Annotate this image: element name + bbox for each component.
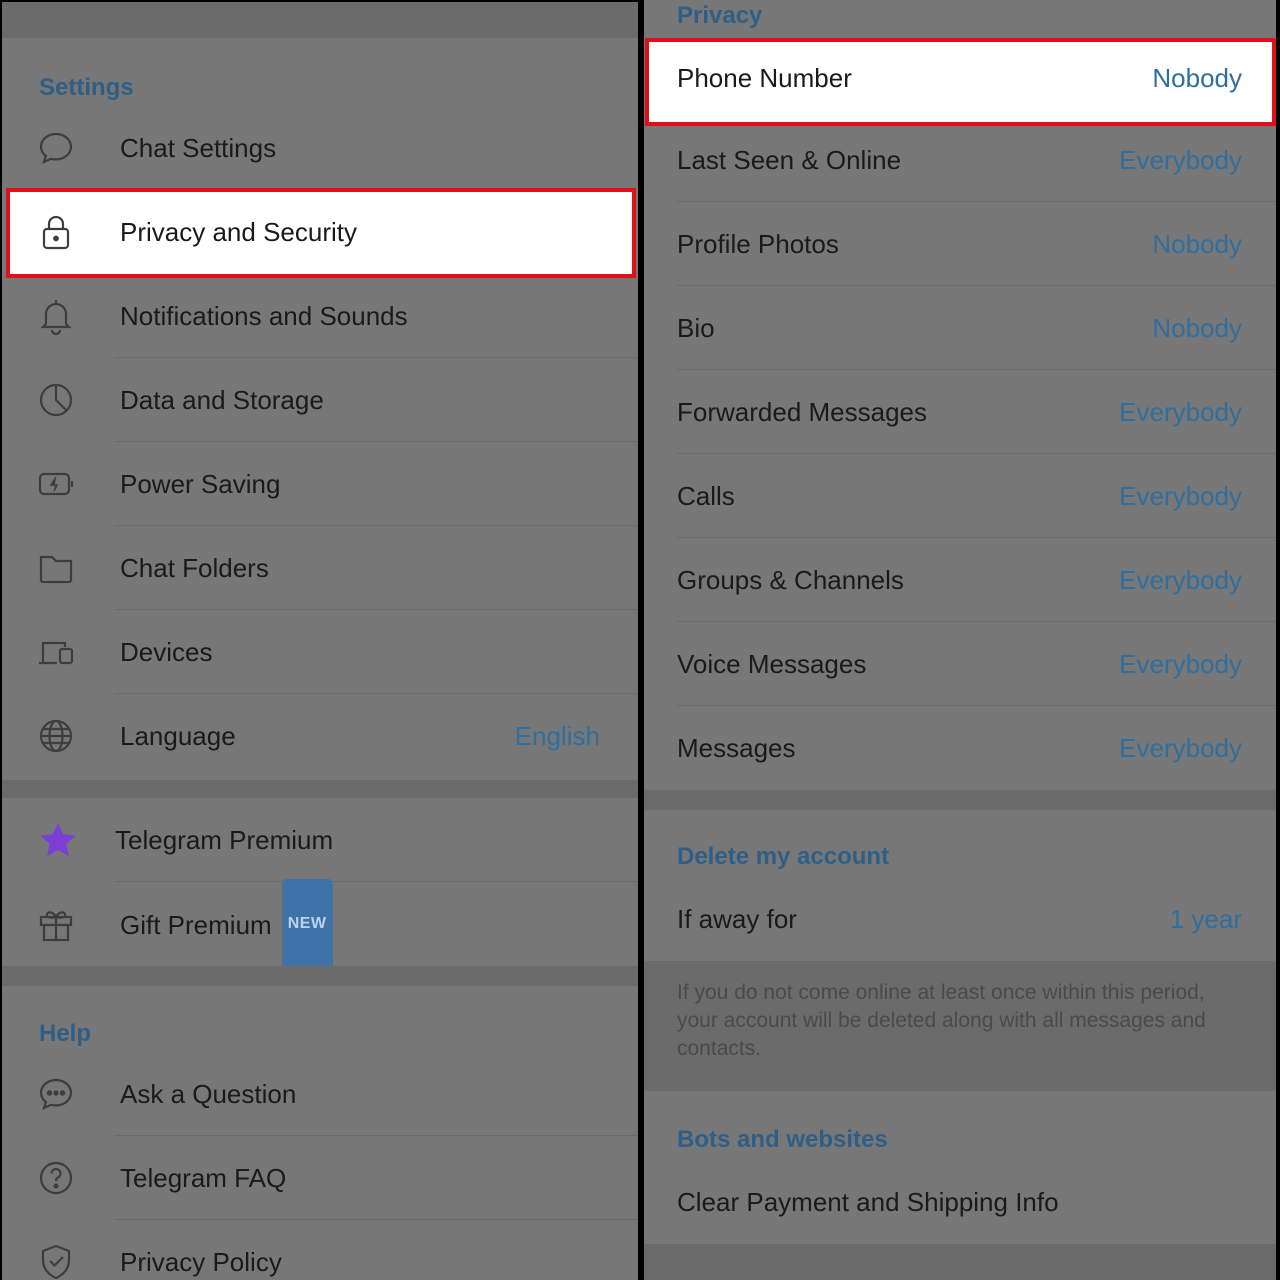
settings-item-notifications[interactable]: Notifications and Sounds	[2, 274, 638, 358]
item-label: Gift Premium NEW	[120, 879, 333, 972]
privacy-item-last-seen[interactable]: Last Seen & Online Everybody	[644, 118, 1276, 202]
item-label: Clear Payment and Shipping Info	[677, 1187, 1059, 1217]
help-section-header: Help	[39, 1020, 92, 1047]
privacy-item-calls[interactable]: Calls Everybody	[644, 454, 1276, 538]
gift-premium-label: Gift Premium	[120, 909, 272, 940]
privacy-item-profile-photos[interactable]: Profile Photos Nobody	[644, 202, 1276, 286]
settings-item-telegram-premium[interactable]: Telegram Premium	[2, 798, 638, 882]
settings-item-devices[interactable]: Devices	[2, 610, 638, 694]
item-label: Privacy Policy	[120, 1247, 282, 1277]
settings-item-data-and-storage[interactable]: Data and Storage	[2, 358, 638, 442]
language-value: English	[514, 721, 600, 751]
item-label: Chat Folders	[120, 553, 269, 583]
privacy-security-panel: Privacy Phone Number Nobody Last Seen & …	[644, 0, 1278, 1280]
privacy-item-phone-number[interactable]: Phone Number Nobody	[646, 40, 1272, 124]
settings-section-header: Settings	[39, 74, 134, 101]
item-label: Groups & Channels	[677, 565, 904, 595]
item-value: Everybody	[1119, 649, 1242, 679]
item-label: Forwarded Messages	[677, 397, 927, 427]
section-gap	[644, 790, 1276, 810]
item-value: Nobody	[1152, 313, 1242, 343]
bell-icon	[36, 296, 76, 336]
item-label: Telegram FAQ	[120, 1163, 287, 1193]
item-label: Profile Photos	[677, 229, 839, 259]
privacy-item-voice-messages[interactable]: Voice Messages Everybody	[644, 622, 1276, 706]
new-badge: NEW	[281, 879, 333, 969]
gift-icon	[36, 904, 76, 944]
settings-item-chat-settings[interactable]: Chat Settings	[2, 106, 638, 190]
lock-icon	[36, 212, 76, 252]
section-gap	[2, 2, 638, 38]
delete-account-info-text: If you do not come online at least once …	[677, 981, 1206, 1060]
item-value: Everybody	[1119, 397, 1242, 427]
item-label: Phone Number	[677, 63, 852, 93]
privacy-item-bio[interactable]: Bio Nobody	[644, 286, 1276, 370]
item-label: Last Seen & Online	[677, 145, 902, 175]
privacy-item-forwarded-messages[interactable]: Forwarded Messages Everybody	[644, 370, 1276, 454]
item-label: Voice Messages	[677, 649, 867, 679]
item-value: Everybody	[1119, 481, 1242, 511]
battery-icon	[36, 464, 76, 504]
help-item-telegram-faq[interactable]: Telegram FAQ	[2, 1136, 638, 1220]
privacy-item-messages[interactable]: Messages Everybody	[644, 706, 1276, 790]
section-gap	[2, 966, 638, 986]
item-label: Notifications and Sounds	[120, 301, 408, 331]
item-value: Nobody	[1152, 63, 1242, 93]
shield-check-icon	[36, 1242, 76, 1280]
item-label: Telegram Premium	[115, 825, 334, 855]
settings-item-language[interactable]: Language English	[2, 694, 638, 778]
chat-dots-icon	[36, 1074, 76, 1114]
help-item-privacy-policy[interactable]: Privacy Policy	[2, 1220, 638, 1280]
privacy-section-header: Privacy	[677, 2, 763, 29]
settings-panel: Settings Chat Settings Privacy and Secur…	[0, 0, 638, 1280]
chat-bubble-icon	[36, 128, 76, 168]
item-label: Ask a Question	[120, 1079, 297, 1109]
pie-chart-icon	[36, 380, 76, 420]
item-value: 1 year	[1169, 904, 1242, 934]
item-label: Devices	[120, 637, 213, 667]
item-label: Messages	[677, 733, 796, 763]
section-gap	[644, 1244, 1276, 1280]
item-label: Privacy and Security	[120, 217, 357, 247]
item-label: Chat Settings	[120, 133, 277, 163]
settings-item-power-saving[interactable]: Power Saving	[2, 442, 638, 526]
item-label: Bio	[677, 313, 715, 343]
help-item-ask-question[interactable]: Ask a Question	[2, 1052, 638, 1136]
question-icon	[36, 1158, 76, 1198]
item-label: Language	[120, 721, 236, 751]
settings-item-gift-premium[interactable]: Gift Premium NEW	[2, 879, 638, 969]
bots-websites-section-header: Bots and websites	[677, 1126, 888, 1153]
clear-payment-shipping-info[interactable]: Clear Payment and Shipping Info	[644, 1160, 1276, 1244]
item-value: Nobody	[1152, 229, 1242, 259]
delete-account-away-for[interactable]: If away for 1 year	[644, 877, 1276, 961]
section-gap	[2, 780, 638, 798]
delete-account-section-header: Delete my account	[677, 843, 890, 870]
settings-item-chat-folders[interactable]: Chat Folders	[2, 526, 638, 610]
devices-icon	[36, 632, 76, 672]
privacy-item-groups-channels[interactable]: Groups & Channels Everybody	[644, 538, 1276, 622]
globe-icon	[36, 716, 76, 756]
item-value: Everybody	[1119, 733, 1242, 763]
item-value: Everybody	[1119, 145, 1242, 175]
item-label: Power Saving	[120, 469, 281, 499]
item-value: Everybody	[1119, 565, 1242, 595]
folder-icon	[36, 548, 76, 588]
item-label: Data and Storage	[120, 385, 324, 415]
star-icon	[38, 820, 78, 860]
item-label: If away for	[677, 904, 797, 934]
item-label: Calls	[677, 481, 735, 511]
settings-item-privacy-and-security[interactable]: Privacy and Security	[6, 190, 634, 274]
